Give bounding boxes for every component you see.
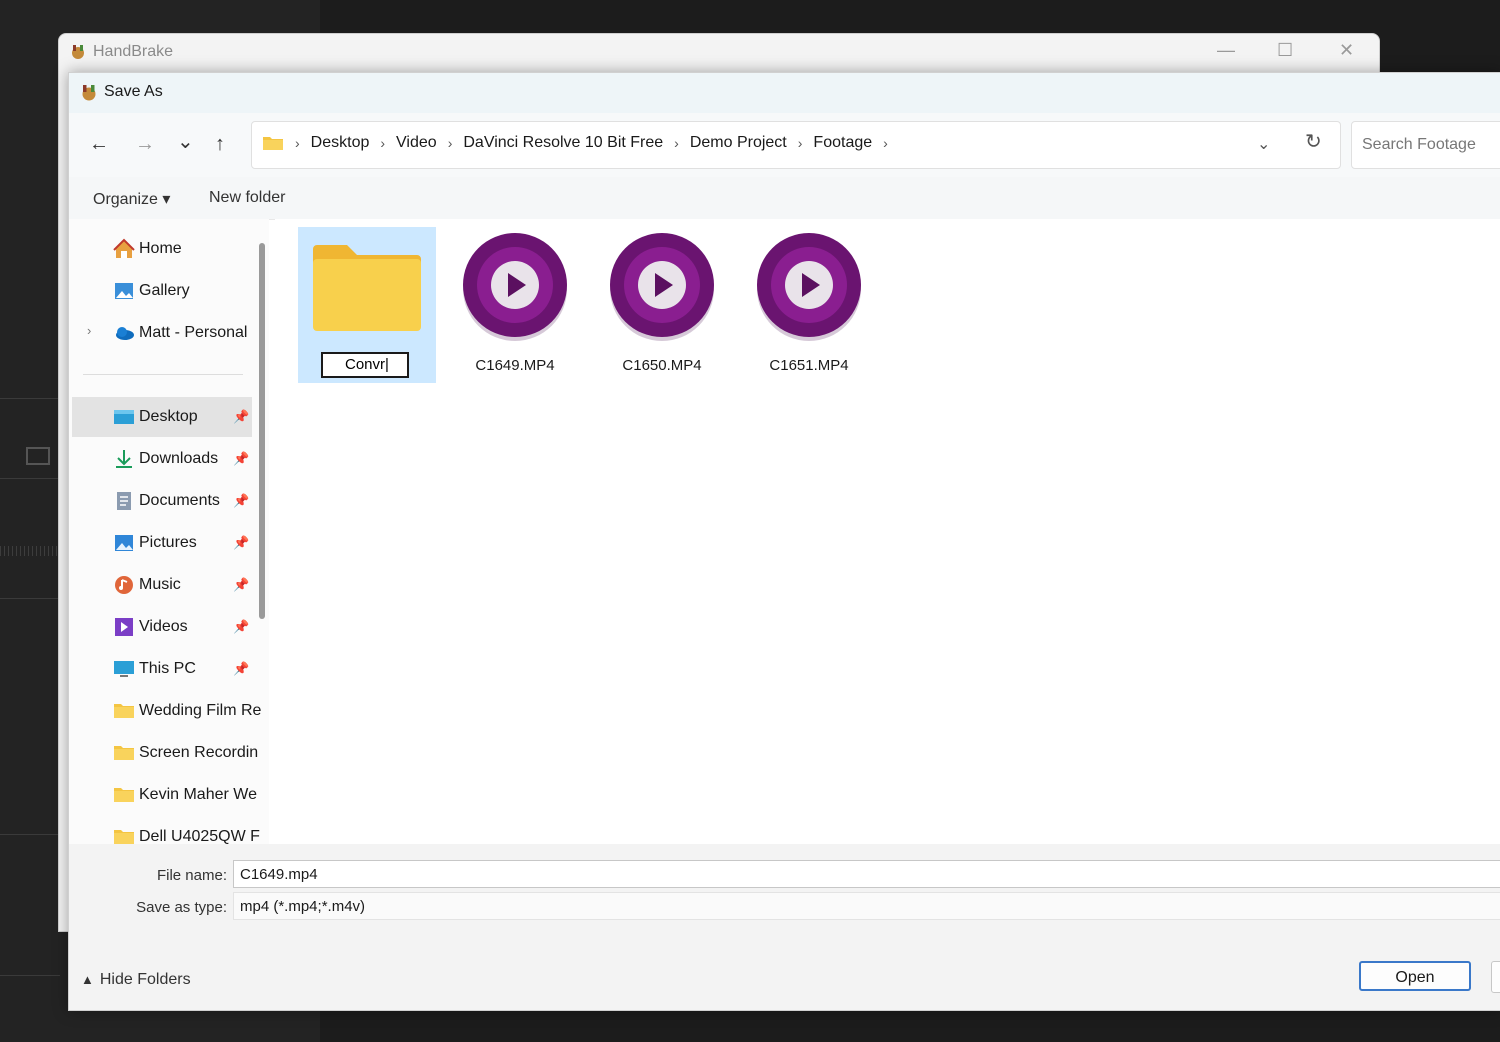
handbrake-title: HandBrake xyxy=(93,43,174,60)
expand-chevron-icon[interactable]: › xyxy=(87,323,91,338)
up-arrow-icon[interactable]: ↑ xyxy=(215,133,225,156)
folder-icon xyxy=(313,245,421,331)
sidebar-item-kevin-maher-folder[interactable]: Kevin Maher We xyxy=(113,780,257,810)
open-button[interactable]: Open xyxy=(1359,961,1471,991)
address-dropdown-chevron-icon[interactable]: ⌄ xyxy=(1257,134,1270,154)
breadcrumb-desktop[interactable]: Desktop xyxy=(311,134,370,152)
save-options-panel: File name: C1649.mp4 Save as type: mp4 (… xyxy=(69,844,1500,1010)
sidebar-item-dell-folder[interactable]: Dell U4025QW F xyxy=(113,822,260,844)
folder-icon xyxy=(114,746,134,760)
command-bar: Organize ▾ New folder xyxy=(69,177,1500,220)
sidebar-item-onedrive[interactable]: Matt - Personal xyxy=(113,318,253,348)
file-item-video[interactable]: C1650.MP4 xyxy=(593,227,731,383)
breadcrumb-davinci[interactable]: DaVinci Resolve 10 Bit Free xyxy=(463,134,663,152)
breadcrumb-separator: › xyxy=(295,135,300,151)
dialog-titlebar: Save As xyxy=(69,73,1500,113)
breadcrumb-footage[interactable]: Footage xyxy=(813,134,872,152)
breadcrumb-demo-project[interactable]: Demo Project xyxy=(690,134,787,152)
crop-icon xyxy=(26,447,50,465)
video-file-icon xyxy=(757,233,861,341)
breadcrumb-expand-chevron-icon[interactable]: › xyxy=(883,135,888,151)
sidebar-item-desktop[interactable]: Desktop 📌 xyxy=(113,402,253,432)
pc-icon xyxy=(114,661,134,677)
folder-icon xyxy=(114,704,134,718)
file-name-label: C1649.MP4 xyxy=(475,357,555,374)
search-input[interactable]: Search Footage xyxy=(1351,121,1500,169)
save-as-type-label: Save as type: xyxy=(136,899,227,916)
sidebar-divider xyxy=(83,374,243,375)
gallery-icon xyxy=(115,283,133,299)
sidebar-item-pictures[interactable]: Pictures 📌 xyxy=(113,528,253,558)
sidebar-scrollbar[interactable] xyxy=(259,243,265,619)
pin-icon[interactable]: 📌 xyxy=(233,451,249,467)
navigation-pane: › Home Gallery Matt - Personal Desktop 📌… xyxy=(69,219,269,844)
file-name-label: C1650.MP4 xyxy=(622,357,702,374)
cancel-button[interactable] xyxy=(1491,961,1500,993)
home-icon xyxy=(113,238,135,258)
back-arrow-icon[interactable]: ← xyxy=(89,133,109,156)
videos-icon xyxy=(115,618,133,636)
handbrake-logo-icon xyxy=(72,45,84,59)
handbrake-logo-icon xyxy=(82,85,96,101)
pin-icon[interactable]: 📌 xyxy=(233,619,249,635)
pictures-icon xyxy=(115,535,133,551)
video-file-icon xyxy=(610,233,714,341)
address-bar[interactable]: › Desktop › Video › DaVinci Resolve 10 B… xyxy=(251,121,1341,169)
save-as-dialog: Save As ← → ⌄ ↑ › Desktop › Video › DaVi… xyxy=(68,72,1500,1011)
maximize-button[interactable]: ☐ xyxy=(1277,40,1293,61)
file-name-label: C1651.MP4 xyxy=(769,357,849,374)
pin-icon[interactable]: 📌 xyxy=(233,661,249,677)
pin-icon[interactable]: 📌 xyxy=(233,493,249,509)
search-placeholder: Search Footage xyxy=(1362,136,1476,153)
file-item-video[interactable]: C1649.MP4 xyxy=(446,227,584,383)
pin-icon[interactable]: 📌 xyxy=(233,409,249,425)
refresh-icon[interactable]: ↻ xyxy=(1305,129,1322,154)
sidebar-item-music[interactable]: Music 📌 xyxy=(113,570,253,600)
organize-button[interactable]: Organize ▾ xyxy=(93,189,170,209)
file-item-folder[interactable]: Convr| xyxy=(298,227,436,383)
forward-arrow-icon[interactable]: → xyxy=(135,133,155,156)
chevron-up-icon: ▲ xyxy=(81,972,94,987)
breadcrumb: › Desktop › Video › DaVinci Resolve 10 B… xyxy=(262,134,899,152)
sidebar-item-home[interactable]: Home xyxy=(113,234,253,264)
breadcrumb-video[interactable]: Video xyxy=(396,134,437,152)
downloads-icon xyxy=(116,450,132,468)
folder-icon xyxy=(114,788,134,802)
sidebar-item-videos[interactable]: Videos 📌 xyxy=(113,612,253,642)
file-name-label: File name: xyxy=(156,867,227,884)
file-item-video[interactable]: C1651.MP4 xyxy=(740,227,878,383)
minimize-button[interactable]: — xyxy=(1217,40,1235,61)
pin-icon[interactable]: 📌 xyxy=(233,535,249,551)
folder-icon xyxy=(263,137,283,150)
sidebar-item-downloads[interactable]: Downloads 📌 xyxy=(113,444,253,474)
recent-locations-chevron-icon[interactable]: ⌄ xyxy=(177,129,194,154)
onedrive-icon xyxy=(116,327,134,340)
new-folder-button[interactable]: New folder xyxy=(209,189,285,207)
sidebar-item-screen-recordings-folder[interactable]: Screen Recordin xyxy=(113,738,258,768)
music-icon xyxy=(115,576,133,594)
sidebar-item-this-pc[interactable]: This PC 📌 xyxy=(113,654,253,684)
documents-icon xyxy=(117,492,131,510)
sidebar-item-wedding-folder[interactable]: Wedding Film Re xyxy=(113,696,261,726)
sidebar-item-documents[interactable]: Documents 📌 xyxy=(113,486,253,516)
video-file-icon xyxy=(463,233,567,341)
navigation-bar: ← → ⌄ ↑ › Desktop › Video › DaVinci Reso… xyxy=(69,113,1500,177)
hide-folders-button[interactable]: ▲ Hide Folders xyxy=(81,971,191,989)
close-button[interactable]: ✕ xyxy=(1339,40,1354,61)
sidebar-item-gallery[interactable]: Gallery xyxy=(113,276,253,306)
file-list: Convr| C1649.MP4 C1650.MP4 C1651.MP4 xyxy=(275,219,1500,844)
rename-input[interactable]: Convr| xyxy=(321,352,409,378)
save-as-type-select[interactable]: mp4 (*.mp4;*.m4v) xyxy=(233,892,1500,920)
file-name-input[interactable]: C1649.mp4 xyxy=(233,860,1500,888)
pin-icon[interactable]: 📌 xyxy=(233,577,249,593)
folder-icon xyxy=(114,830,134,844)
desktop-icon xyxy=(114,410,134,424)
dialog-title: Save As xyxy=(104,83,163,100)
